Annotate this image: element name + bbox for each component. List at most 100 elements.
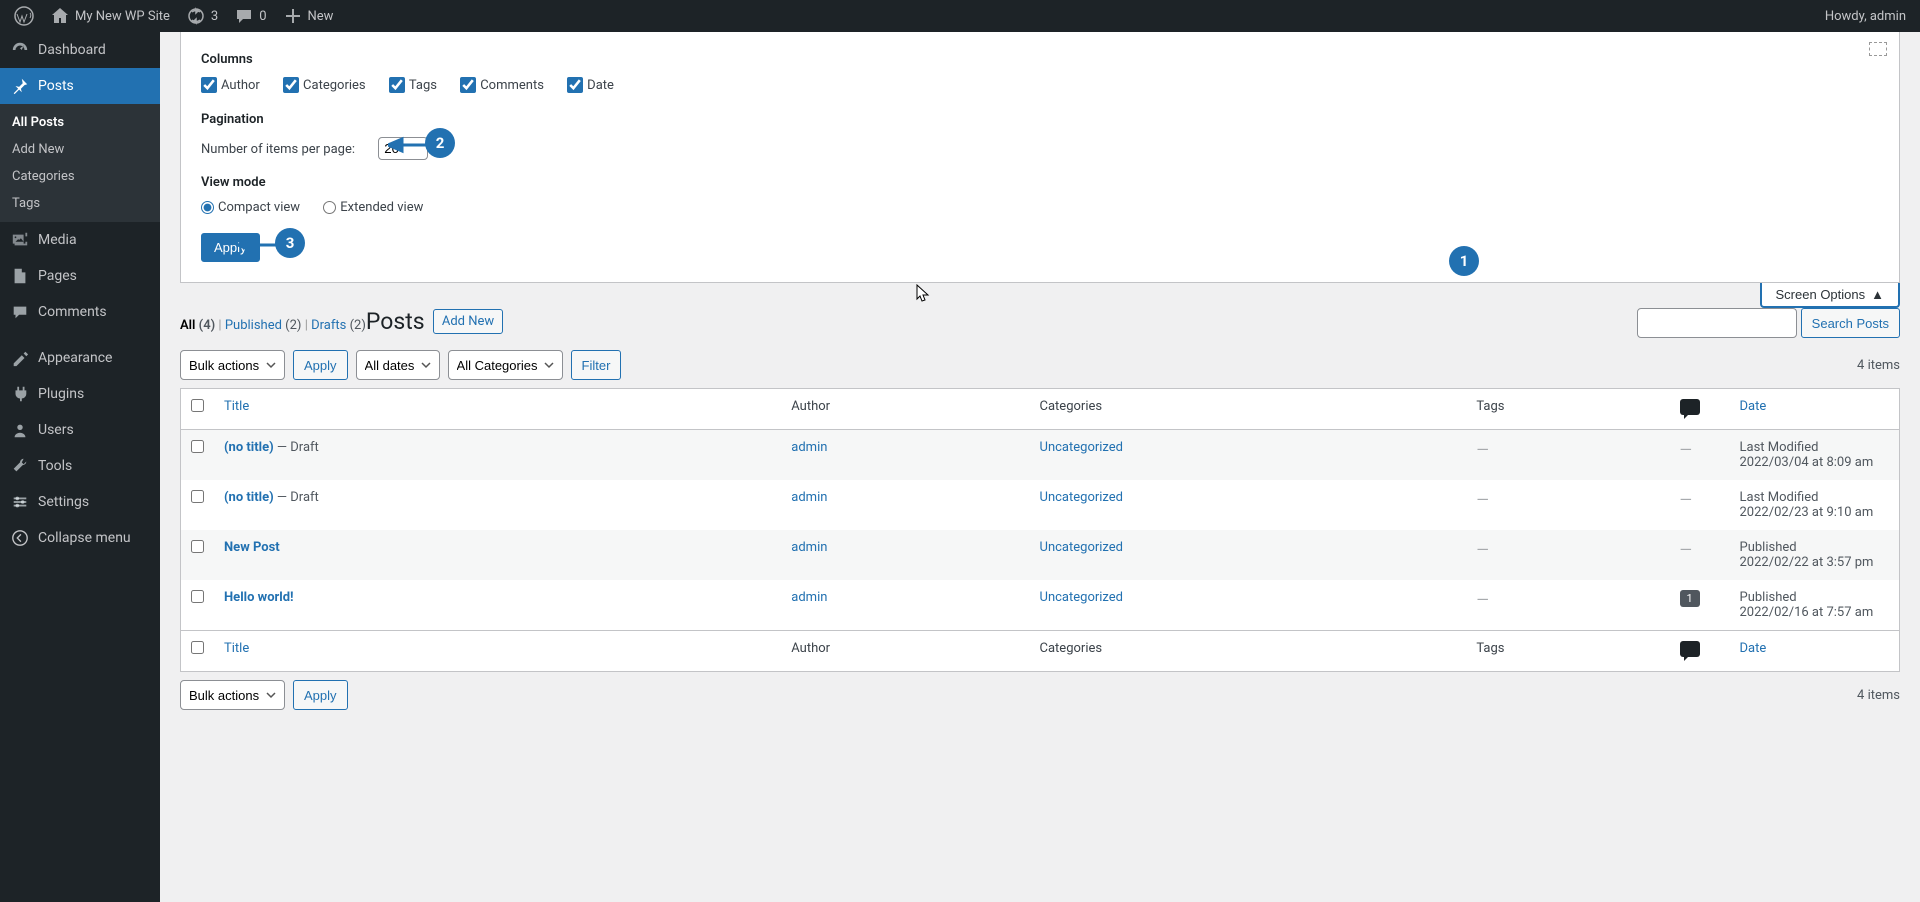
author-link[interactable]: admin [791,440,827,455]
col-date-footer[interactable]: Date [1740,641,1767,656]
row-checkbox[interactable] [191,590,204,603]
settings-icon [11,493,29,511]
collapse-icon [11,529,29,547]
category-link[interactable]: Uncategorized [1040,440,1123,455]
submenu-all-posts[interactable]: All Posts [0,109,160,136]
updates-link[interactable]: 3 [178,0,226,32]
screen-meta-links: Screen Options ▲ [1760,283,1900,308]
post-title-link[interactable]: (no title) [224,490,274,505]
menu-media[interactable]: Media [0,222,160,258]
viewmode-legend: View mode [201,175,266,190]
menu-comments[interactable]: Comments [0,294,160,330]
screen-options-tab[interactable]: Screen Options ▲ [1760,283,1900,308]
placeholder-image-icon [1869,42,1887,56]
search-input[interactable] [1637,308,1797,338]
submenu-add-new[interactable]: Add New [0,136,160,163]
item-count-top: 4 items [1857,358,1900,373]
date-status: Last Modified [1740,440,1819,455]
screen-options-apply-button[interactable]: Apply [201,233,260,262]
col-categories-checkbox[interactable] [283,77,299,93]
post-title-link[interactable]: Hello world! [224,590,294,605]
menu-users[interactable]: Users [0,412,160,448]
categories-select[interactable]: All Categories [448,350,563,380]
menu-settings[interactable]: Settings [0,484,160,520]
menu-pages[interactable]: Pages [0,258,160,294]
submenu-categories[interactable]: Categories [0,163,160,190]
col-title-footer[interactable]: Title [224,641,249,656]
col-author-label[interactable]: Author [201,77,260,93]
menu-appearance[interactable]: Appearance [0,340,160,376]
table-row: (no title) — DraftadminUncategorized——La… [181,480,1900,530]
users-icon [11,421,29,439]
screen-options-panel: Columns Author Categories Tags Comments … [180,32,1900,283]
comment-count-badge[interactable]: 1 [1680,590,1700,607]
col-date-header[interactable]: Date [1740,399,1767,414]
tags-cell: — [1476,440,1489,459]
filter-all[interactable]: All (4) [180,318,215,333]
menu-posts-submenu: All Posts Add New Categories Tags [0,104,160,222]
admin-menu: Dashboard Posts All Posts Add New Catego… [0,32,160,902]
comment-icon [234,6,254,26]
menu-posts[interactable]: Posts [0,68,160,104]
post-title-link[interactable]: New Post [224,540,280,555]
menu-collapse[interactable]: Collapse menu [0,520,160,556]
col-date-checkbox[interactable] [567,77,583,93]
search-button[interactable]: Search Posts [1801,308,1900,338]
filter-published[interactable]: Published (2) [225,318,302,333]
filter-button[interactable]: Filter [571,350,622,380]
category-link[interactable]: Uncategorized [1040,490,1123,505]
col-tags-checkbox[interactable] [389,77,405,93]
select-all-top[interactable] [191,399,204,412]
filter-drafts[interactable]: Drafts (2) [311,318,366,333]
compact-view-radio[interactable] [201,201,214,214]
compact-view-label[interactable]: Compact view [201,200,300,215]
no-comments-dash: — [1680,440,1693,459]
no-comments-dash: — [1680,540,1693,559]
site-link[interactable]: My New WP Site [42,0,178,32]
menu-tools[interactable]: Tools [0,448,160,484]
row-checkbox[interactable] [191,490,204,503]
col-comments-footer[interactable] [1670,631,1730,672]
extended-view-radio[interactable] [323,201,336,214]
col-categories-label[interactable]: Categories [283,77,366,93]
bulk-actions-select[interactable]: Bulk actions [180,350,285,380]
row-checkbox[interactable] [191,440,204,453]
author-link[interactable]: admin [791,590,827,605]
col-comments-header[interactable] [1670,389,1730,430]
col-comments-checkbox[interactable] [460,77,476,93]
bulk-actions-select-bottom[interactable]: Bulk actions [180,680,285,710]
col-author-checkbox[interactable] [201,77,217,93]
row-checkbox[interactable] [191,540,204,553]
bulk-apply-button-bottom[interactable]: Apply [293,680,348,710]
plugin-icon [11,385,29,403]
col-tags-label[interactable]: Tags [389,77,437,93]
author-link[interactable]: admin [791,490,827,505]
date-value: 2022/02/22 at 3:57 pm [1740,555,1874,570]
menu-dashboard[interactable]: Dashboard [0,32,160,68]
col-author-header: Author [781,389,1029,430]
menu-plugins[interactable]: Plugins [0,376,160,412]
per-page-input[interactable] [378,137,428,160]
category-link[interactable]: Uncategorized [1040,590,1123,605]
wp-logo[interactable] [6,0,42,32]
bulk-apply-button[interactable]: Apply [293,350,348,380]
submenu-tags[interactable]: Tags [0,190,160,217]
category-link[interactable]: Uncategorized [1040,540,1123,555]
add-new-button[interactable]: Add New [433,309,503,334]
comments-link[interactable]: 0 [226,0,274,32]
post-title-link[interactable]: (no title) [224,440,274,455]
author-link[interactable]: admin [791,540,827,555]
col-comments-label[interactable]: Comments [460,77,544,93]
dates-select[interactable]: All dates [356,350,440,380]
col-title-header[interactable]: Title [224,399,249,414]
extended-view-label[interactable]: Extended view [323,200,423,215]
new-link[interactable]: New [275,0,342,32]
caret-up-icon: ▲ [1871,287,1884,302]
col-categories-footer: Categories [1030,631,1467,672]
howdy-link[interactable]: Howdy, admin [1817,0,1914,32]
tags-cell: — [1476,540,1489,559]
update-icon [186,6,206,26]
col-date-label[interactable]: Date [567,77,614,93]
select-all-bottom[interactable] [191,641,204,654]
post-state: — Draft [274,490,319,505]
